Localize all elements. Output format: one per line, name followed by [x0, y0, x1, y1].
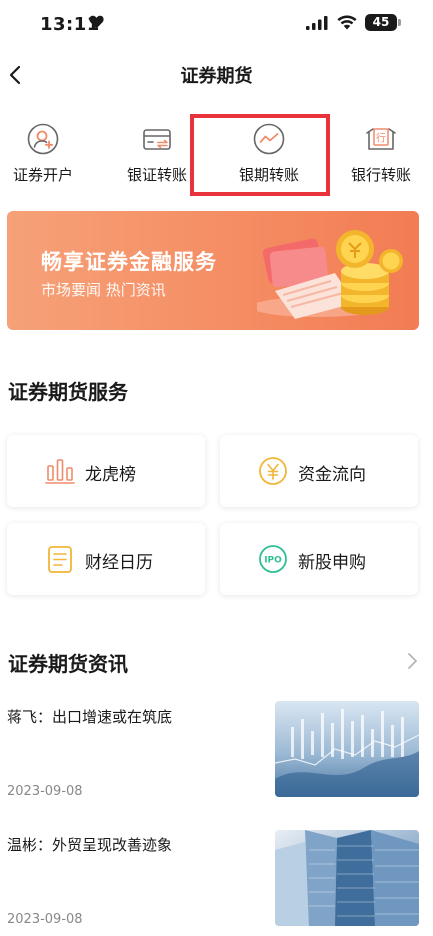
- news-item[interactable]: 温彬：外贸呈现改善迹象 2023-09-08: [0, 828, 433, 936]
- quick-action-label: 银行转账: [350, 166, 411, 184]
- service-card-ipo-subscription[interactable]: IPO 新股申购: [220, 523, 418, 595]
- service-card-dragon-tiger-list[interactable]: 龙虎榜: [7, 435, 205, 507]
- news-title: 蒋飞：出口增速或在筑底: [7, 708, 173, 726]
- quick-action-label: 证券开户: [12, 166, 73, 184]
- service-card-financial-calendar[interactable]: 财经日历: [7, 523, 205, 595]
- banner-subtitle: 市场要闻 热门资讯: [41, 281, 166, 299]
- service-label: 龙虎榜: [85, 465, 136, 485]
- service-card-fund-flow[interactable]: 资金流向: [220, 435, 418, 507]
- service-label: 新股申购: [298, 553, 366, 573]
- news-item[interactable]: 蒋飞：出口增速或在筑底 2023-09-08: [0, 700, 433, 810]
- battery-indicator: 45: [365, 14, 401, 31]
- wifi-icon: [337, 15, 357, 30]
- quick-action-bank-transfer[interactable]: 行 银行转账: [338, 118, 424, 198]
- news-date: 2023-09-08: [7, 784, 83, 799]
- quick-action-open-account[interactable]: 证券开户: [0, 118, 86, 198]
- signal-icon: [306, 16, 328, 30]
- service-label: 财经日历: [85, 553, 153, 573]
- svg-text:行: 行: [376, 132, 386, 145]
- quick-action-bank-securities-transfer[interactable]: 银证转账: [114, 118, 200, 198]
- promo-banner[interactable]: 畅享证券金融服务 市场要闻 热门资讯: [7, 211, 419, 330]
- news-thumbnail: [275, 701, 419, 797]
- nav-bar: 证券期货: [0, 52, 433, 98]
- page-title: 证券期货: [180, 66, 253, 87]
- highlight-box: [190, 114, 330, 196]
- service-label: 资金流向: [298, 465, 366, 485]
- banner-title: 畅享证券金融服务: [41, 250, 217, 274]
- news-title: 温彬：外贸呈现改善迹象: [7, 836, 173, 854]
- news-thumbnail: [275, 830, 419, 926]
- svg-text:IPO: IPO: [264, 556, 282, 566]
- news-date: 2023-09-08: [7, 912, 83, 927]
- news-section-title: 证券期货资讯: [8, 652, 128, 676]
- bar-chart-icon: [45, 459, 75, 484]
- bank-icon: 行: [366, 128, 396, 150]
- yuan-coin-icon: [259, 457, 287, 485]
- chevron-right-icon[interactable]: [405, 650, 419, 672]
- services-section-title: 证券期货服务: [8, 380, 128, 404]
- ipo-icon: IPO: [259, 545, 287, 573]
- quick-action-label: 银证转账: [126, 166, 187, 184]
- calendar-icon: [48, 546, 72, 573]
- heart-icon: [89, 15, 104, 29]
- coins-card-illustration: [257, 230, 403, 319]
- card-transfer-icon: [143, 129, 171, 150]
- status-bar: 13:11 45: [0, 0, 433, 52]
- user-add-icon: [27, 123, 59, 155]
